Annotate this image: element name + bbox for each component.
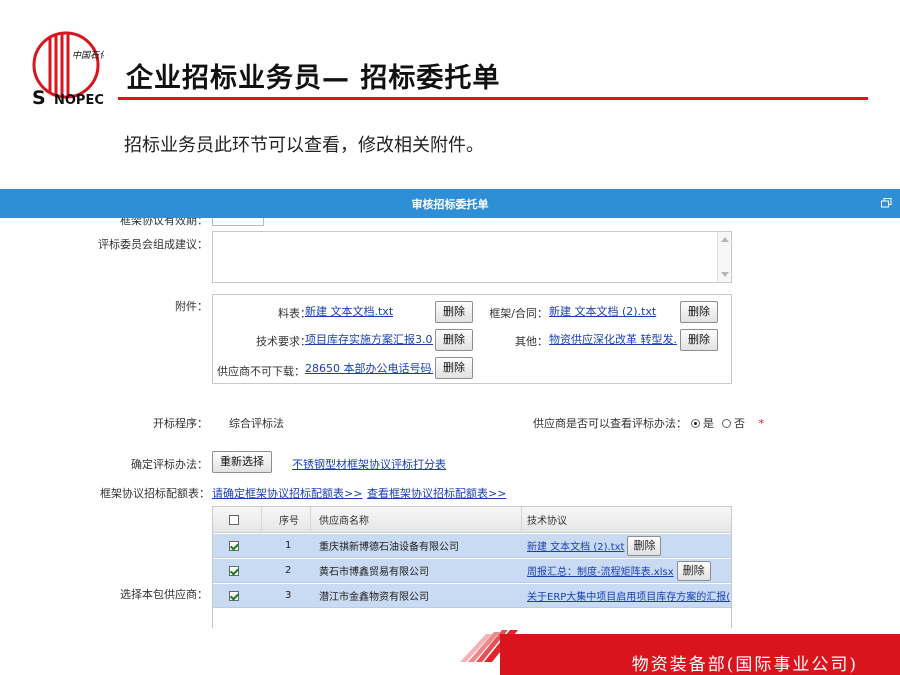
row-checkbox[interactable] [229, 590, 239, 601]
row-tech-link[interactable]: 关于ERP大集中项目启用项目库存方案的汇报( [527, 588, 730, 603]
row-tech-link[interactable]: 周报汇总：制度-流程矩阵表.xlsx [527, 563, 674, 578]
contract-file-link[interactable]: 新建 文本文档 (2).txt [549, 303, 674, 319]
tech-req-delete-button[interactable]: 删除 [435, 329, 473, 351]
svg-text:S: S [32, 87, 46, 108]
no-download-file-link[interactable]: 28650 本部办公电话号码... [305, 360, 433, 376]
material-file-link[interactable]: 新建 文本文档.txt [305, 303, 425, 319]
title-underline [118, 97, 868, 100]
attachments-panel: 料表： 新建 文本文档.txt 删除 框架/合同： 新建 文本文档 (2).tx… [212, 294, 732, 384]
row-supplier: 黄石市博鑫贸易有限公司 [319, 567, 429, 578]
row-supplier: 潜江市金鑫物资有限公司 [319, 592, 429, 603]
bid-open-value: 综合评标法 [229, 417, 284, 430]
sinopec-logo: 中国石化 S NOPEC [32, 31, 104, 108]
radio-yes[interactable] [690, 419, 700, 428]
radio-no[interactable] [721, 419, 731, 428]
window-titlebar: 审核招标委托单 [0, 189, 900, 218]
no-download-delete-button[interactable]: 删除 [435, 357, 473, 379]
suppliers-label: 选择本包供应商： [120, 588, 208, 601]
table-row[interactable]: 2 黄石市博鑫贸易有限公司 周报汇总：制度-流程矩阵表.xlsx 删除 [213, 559, 731, 583]
slide-title: 企业招标业务员— 招标委托单 [126, 63, 501, 94]
scroll-down-arrow-icon[interactable] [721, 272, 729, 277]
bid-open-label: 开标程序： [153, 417, 208, 430]
other-file-link[interactable]: 物资供应深化改革 转型发... [549, 331, 677, 347]
other-label: 其他： [515, 335, 548, 348]
tech-req-label: 技术要求： [256, 335, 311, 348]
eval-method-label: 确定评标办法： [131, 458, 208, 471]
committee-label: 评标委员会组成建议： [98, 238, 208, 251]
allocation-label: 框架协议招标配额表： [100, 487, 210, 500]
window-title: 审核招标委托单 [411, 198, 489, 211]
order-form: 框架协议有效期： 评标委员会组成建议： 附件： 料表： 新建 文本文档.txt … [0, 218, 900, 628]
table-header: 序号 供应商名称 技术协议 [213, 507, 731, 533]
row-tech-link[interactable]: 新建 文本文档 (2).txt [527, 538, 624, 553]
header-supplier: 供应商名称 [319, 516, 369, 527]
textarea-scrollbar[interactable] [717, 232, 731, 282]
row-checkbox[interactable] [229, 540, 239, 551]
attachments-label: 附件： [175, 300, 208, 313]
slide-subtitle: 招标业务员此环节可以查看，修改相关附件。 [124, 135, 484, 156]
committee-textarea[interactable] [212, 231, 732, 283]
header-no: 序号 [279, 516, 299, 527]
view-method-group: 供应商是否可以查看评标办法： 是 否 * [533, 415, 764, 431]
row-supplier: 重庆祺新博德石油设备有限公司 [319, 542, 459, 553]
eval-method-link[interactable]: 不锈钢型材框架协议评标打分表 [292, 456, 446, 472]
reselect-button[interactable]: 重新选择 [212, 451, 272, 473]
view-allocation-link[interactable]: 查看框架协议招标配额表>> [367, 485, 506, 501]
select-all-checkbox[interactable] [229, 514, 239, 525]
no-download-label: 供应商不可下载： [217, 365, 305, 378]
validity-label: 框架协议有效期： [120, 218, 208, 227]
radio-no-label: 否 [734, 417, 745, 430]
row-no: 3 [285, 590, 292, 601]
restore-window-icon[interactable] [881, 198, 892, 208]
row-delete-button[interactable]: 删除 [627, 535, 662, 556]
row-checkbox[interactable] [229, 565, 239, 576]
material-label: 料表： [278, 307, 311, 320]
footer-department: 物资装备部(国际事业公司) [631, 655, 858, 675]
supplier-table: 序号 供应商名称 技术协议 1 重庆祺新博德石油设备有限公司 新建 文本文档 (… [212, 506, 732, 628]
row-no: 1 [285, 540, 292, 551]
contract-label: 框架/合同： [489, 307, 548, 320]
validity-input[interactable] [212, 218, 264, 226]
confirm-allocation-link[interactable]: 请确定框架协议招标配额表>> [212, 485, 362, 501]
other-delete-button[interactable]: 删除 [680, 329, 718, 351]
material-delete-button[interactable]: 删除 [435, 301, 473, 323]
svg-text:NOPEC: NOPEC [54, 93, 104, 108]
contract-delete-button[interactable]: 删除 [680, 301, 718, 323]
table-row[interactable]: 3 潜江市金鑫物资有限公司 关于ERP大集中项目启用项目库存方案的汇报( [213, 584, 731, 608]
svg-text:中国石化: 中国石化 [72, 50, 104, 61]
row-delete-button[interactable]: 删除 [676, 560, 711, 581]
table-row[interactable]: 1 重庆祺新博德石油设备有限公司 新建 文本文档 (2).txt 删除 [213, 534, 731, 558]
view-method-label: 供应商是否可以查看评标办法： [533, 417, 687, 430]
header-tech: 技术协议 [527, 516, 567, 527]
scroll-up-arrow-icon[interactable] [721, 237, 729, 242]
row-no: 2 [285, 565, 292, 576]
tech-req-file-link[interactable]: 项目库存实施方案汇报3.0... [305, 331, 433, 347]
required-mark: * [758, 417, 765, 430]
radio-yes-label: 是 [703, 417, 714, 430]
